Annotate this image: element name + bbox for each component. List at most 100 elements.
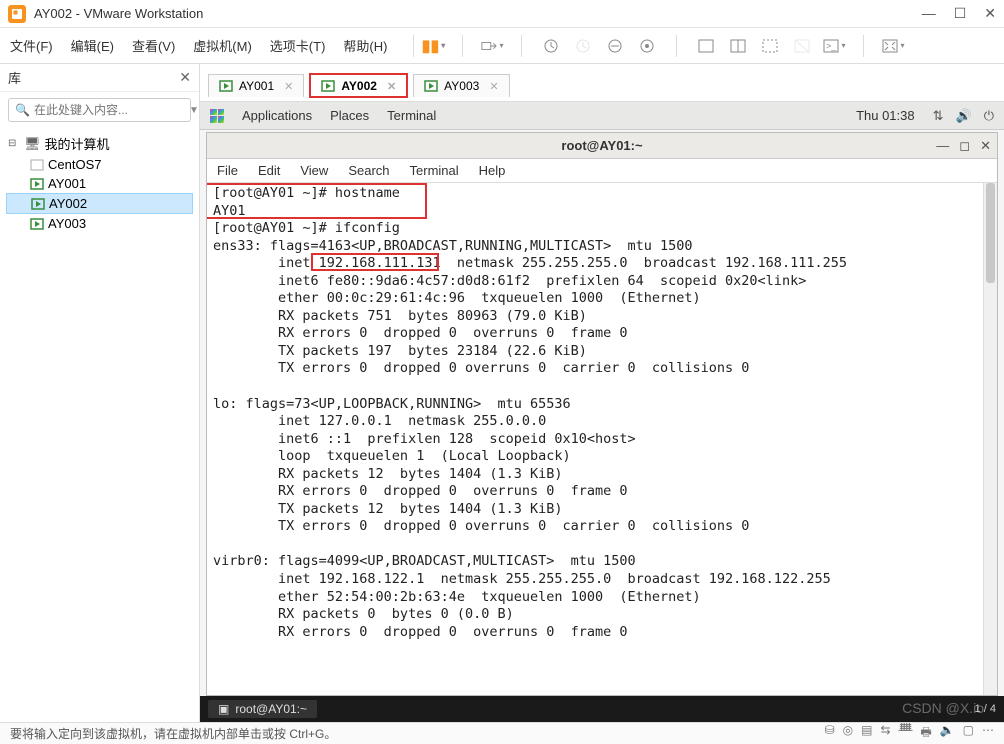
device-more-icon[interactable]: ⋯ [982,723,994,744]
library-search[interactable]: 🔍 ▼ [8,98,191,122]
guest-topbar: Applications Places Terminal Thu 01:38 ⇅… [200,102,1004,130]
tree-root[interactable]: ⊟ 🖥 我的计算机 [6,132,193,155]
term-menu-file[interactable]: File [217,163,238,178]
status-text: 要将输入定向到该虚拟机，请在虚拟机内部单击或按 Ctrl+G。 [10,725,336,742]
terminal-scrollbar[interactable] [983,183,997,695]
window-titlebar: AY002 - VMware Workstation — ☐ ✕ [0,0,1004,28]
search-dropdown-icon[interactable]: ▼ [189,105,199,116]
terminal-body[interactable]: [root@AY01 ~]# hostname AY01 [root@AY01 … [207,183,997,695]
snapshot-revert-button[interactable] [604,35,626,57]
menu-edit[interactable]: 编辑(E) [71,36,114,55]
device-cd-icon[interactable]: ◎ [843,723,853,744]
view-single-button[interactable] [695,35,717,57]
network-icon[interactable]: ⇅ [933,108,944,124]
device-disk-icon[interactable]: ⛁ [825,723,835,744]
snapshot-button[interactable] [540,35,562,57]
terminal-minimize-button[interactable]: — [936,138,949,154]
terminal-menu[interactable]: Terminal [387,108,436,123]
tree-item-ay002[interactable]: AY002 [6,193,193,214]
volume-icon[interactable]: 🔊 [956,108,972,124]
snapshot-take-button[interactable] [572,35,594,57]
activities-icon[interactable] [210,109,224,123]
device-display-icon[interactable]: ▢ [963,723,974,744]
device-network-icon[interactable]: ⇆ [881,723,891,744]
term-menu-edit[interactable]: Edit [258,163,280,178]
taskbar-item-label: root@AY01:~ [235,702,307,716]
applications-menu[interactable]: Applications [242,108,312,123]
maximize-button[interactable]: ☐ [954,5,967,22]
tree-item-label: AY002 [49,196,87,211]
terminal-menubar: File Edit View Search Terminal Help [207,159,997,183]
computer-icon: 🖥 [24,136,41,152]
terminal-window[interactable]: root@AY01:~ — ◻ ✕ File Edit View Search … [206,132,998,696]
terminal-maximize-button[interactable]: ◻ [959,138,970,154]
tree-collapse-icon[interactable]: ⊟ [8,138,20,149]
menu-file[interactable]: 文件(F) [10,36,53,55]
device-printer-icon[interactable]: 🖶 [920,723,931,744]
window-title: AY002 - VMware Workstation [34,6,922,21]
vm-running-icon [31,198,45,210]
view-console-button[interactable]: >_ [823,35,845,57]
library-close-button[interactable]: ✕ [179,69,191,86]
tab-ay002[interactable]: AY002 ✕ [310,74,407,97]
term-menu-view[interactable]: View [300,163,328,178]
tree-item-label: CentOS7 [48,157,101,172]
term-menu-search[interactable]: Search [348,163,389,178]
terminal-titlebar[interactable]: root@AY01:~ — ◻ ✕ [207,133,997,159]
content-area: AY001 ✕ AY002 ✕ AY003 ✕ Applications Pla… [200,64,1004,722]
search-icon: 🔍 [15,103,30,117]
menu-view[interactable]: 查看(V) [132,36,175,55]
device-usb-icon[interactable]: ᚙ [899,723,913,744]
tab-ay003[interactable]: AY003 ✕ [413,74,509,97]
vm-tabs: AY001 ✕ AY002 ✕ AY003 ✕ [200,64,1004,102]
taskbar-terminal-item[interactable]: ▣ root@AY01:~ [208,700,317,718]
terminal-close-button[interactable]: ✕ [980,138,991,154]
snapshot-manage-button[interactable] [636,35,658,57]
view-split-button[interactable] [727,35,749,57]
tree-item-label: AY001 [48,176,86,191]
tree-item-ay003[interactable]: AY003 [6,214,193,233]
workspace-indicator[interactable]: 1 / 4 [975,703,996,715]
vm-icon [30,159,44,171]
view-stretch-button[interactable] [759,35,781,57]
vm-running-icon [30,218,44,230]
tab-ay001[interactable]: AY001 ✕ [208,74,304,97]
tree-item-centos7[interactable]: CentOS7 [6,155,193,174]
device-floppy-icon[interactable]: ▤ [861,723,872,744]
device-sound-icon[interactable]: 🔈 [940,723,955,744]
tree-item-label: AY003 [48,216,86,231]
menu-vm[interactable]: 虚拟机(M) [193,36,252,55]
fullscreen-button[interactable] [882,35,904,57]
tree-item-ay001[interactable]: AY001 [6,174,193,193]
pause-button[interactable]: ▮▮ [422,35,444,57]
tab-label: AY002 [341,79,377,93]
close-button[interactable]: ✕ [984,5,996,22]
places-menu[interactable]: Places [330,108,369,123]
app-icon [8,5,26,23]
library-sidebar: 库 ✕ 🔍 ▼ ⊟ 🖥 我的计算机 CentOS7 AY001 [0,64,200,722]
library-tree: ⊟ 🖥 我的计算机 CentOS7 AY001 AY002 [0,128,199,237]
svg-text:>_: >_ [826,41,837,51]
tab-label: AY003 [444,79,479,93]
term-menu-terminal[interactable]: Terminal [410,163,459,178]
send-input-button[interactable] [481,35,503,57]
term-menu-help[interactable]: Help [479,163,506,178]
scrollbar-thumb[interactable] [986,183,995,283]
menu-help[interactable]: 帮助(H) [343,36,387,55]
terminal-icon: ▣ [218,702,229,716]
menubar: 文件(F) 编辑(E) 查看(V) 虚拟机(M) 选项卡(T) 帮助(H) ▮▮… [0,28,1004,64]
vm-running-icon [30,178,44,190]
tab-close-icon[interactable]: ✕ [387,80,396,93]
library-title: 库 [8,68,21,87]
tree-root-label: 我的计算机 [45,134,110,153]
power-icon[interactable]: ⏻ [984,108,994,124]
view-unity-button[interactable] [791,35,813,57]
clock[interactable]: Thu 01:38 [856,108,915,123]
terminal-title: root@AY01:~ [207,138,997,153]
menu-tabs[interactable]: 选项卡(T) [270,36,326,55]
tab-close-icon[interactable]: ✕ [489,80,498,93]
minimize-button[interactable]: — [922,5,936,22]
guest-taskbar: ▣ root@AY01:~ 1 / 4 [200,696,1004,722]
search-input[interactable] [34,103,189,117]
tab-close-icon[interactable]: ✕ [284,80,293,93]
